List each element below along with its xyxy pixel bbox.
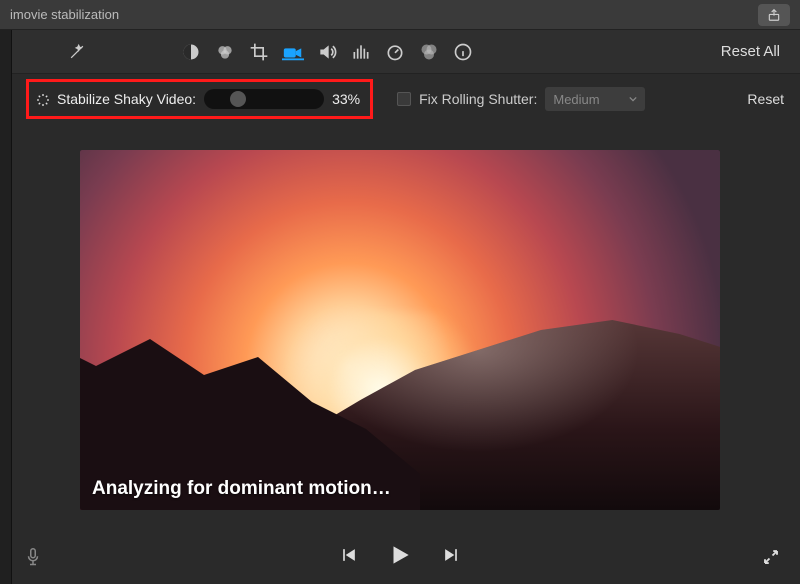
speed-icon[interactable] [378,36,412,68]
stabilize-label: Stabilize Shaky Video: [57,91,196,107]
info-icon[interactable] [446,36,480,68]
stabilization-icon[interactable] [276,36,310,68]
color-correction-icon[interactable] [208,36,242,68]
color-filter-icon[interactable] [412,36,446,68]
noise-eq-icon[interactable] [344,36,378,68]
window-title: imovie stabilization [10,7,119,22]
reset-button[interactable]: Reset [747,91,784,107]
playback-bar [0,526,800,584]
microphone-icon[interactable] [24,546,42,568]
stabilize-percent: 33% [332,91,360,107]
analysis-status-text: Analyzing for dominant motion… [92,478,391,500]
color-balance-icon[interactable] [174,36,208,68]
stabilize-spinner-icon [35,92,49,106]
prev-frame-button[interactable] [339,545,359,565]
titlebar: imovie stabilization [0,0,800,30]
play-button[interactable] [387,542,413,568]
sidebar-strip [0,30,12,584]
fullscreen-icon[interactable] [762,548,780,566]
inspector-toolbar: Reset All [0,30,800,74]
stabilization-controls: Stabilize Shaky Video: 33% Fix Rolling S… [0,74,800,124]
chevron-down-icon [629,95,637,103]
next-frame-button[interactable] [441,545,461,565]
reset-all-button[interactable]: Reset All [721,43,780,60]
share-button[interactable] [758,4,790,26]
rolling-shutter-group: Fix Rolling Shutter: Medium [397,87,645,111]
dropdown-value: Medium [553,92,599,107]
rolling-shutter-label: Fix Rolling Shutter: [419,91,537,107]
crop-icon[interactable] [242,36,276,68]
rolling-shutter-checkbox[interactable] [397,92,411,106]
stabilize-highlight: Stabilize Shaky Video: 33% [26,79,373,119]
stabilize-slider[interactable] [204,89,324,109]
rolling-shutter-dropdown[interactable]: Medium [545,87,645,111]
video-preview[interactable]: Analyzing for dominant motion… [80,150,720,510]
magic-wand-icon[interactable] [60,36,94,68]
volume-icon[interactable] [310,36,344,68]
